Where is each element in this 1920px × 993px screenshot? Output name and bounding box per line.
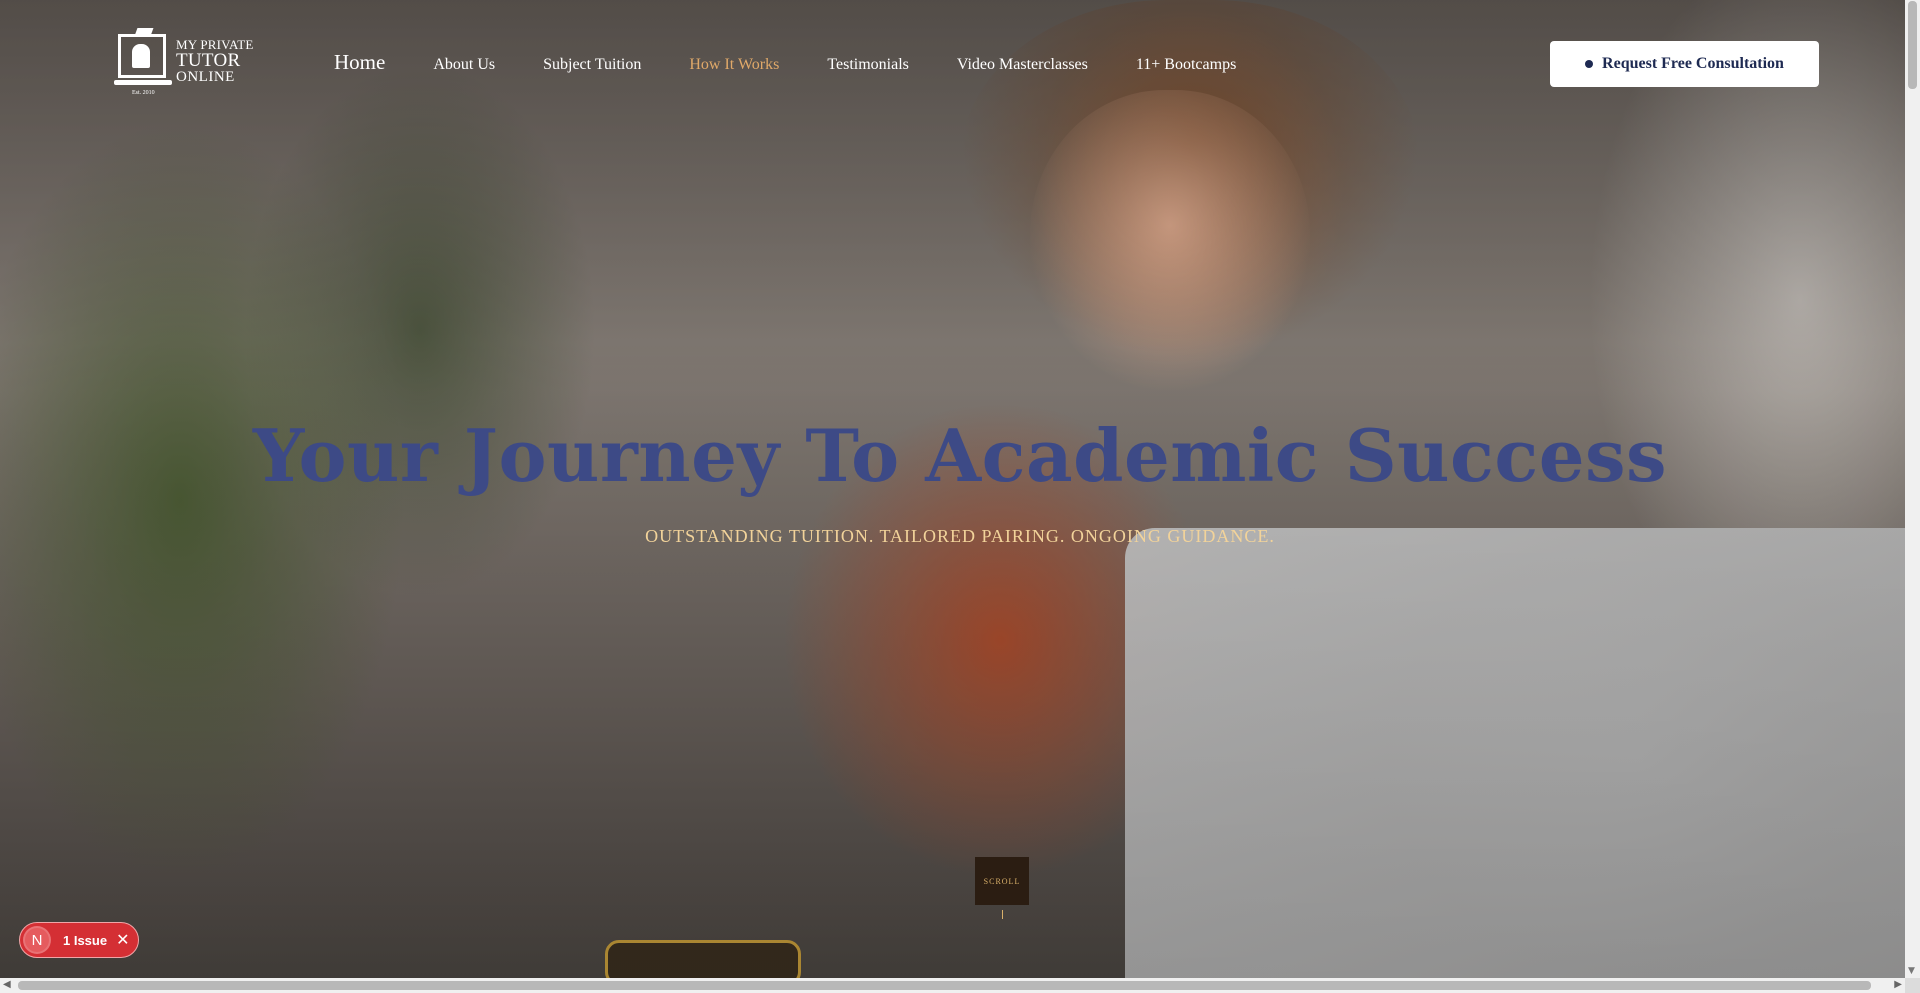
nav-11-plus-bootcamps[interactable]: 11+ Bootcamps: [1136, 56, 1236, 74]
nav-subject-tuition[interactable]: Subject Tuition: [543, 56, 641, 74]
scroll-down-arrow-icon[interactable]: ▼: [1908, 966, 1915, 976]
request-consultation-button[interactable]: Request Free Consultation: [1550, 41, 1819, 87]
scroll-left-arrow-icon[interactable]: ◀: [3, 979, 11, 990]
issue-badge[interactable]: N 1 Issue ✕: [19, 922, 139, 958]
horizontal-scrollbar[interactable]: ◀ ▶: [0, 978, 1905, 993]
close-icon[interactable]: ✕: [116, 930, 129, 950]
bullet-icon: [1585, 60, 1594, 68]
hero-title: Your Journey To Academic Success: [252, 413, 1668, 498]
scroll-label: SCROLL: [983, 876, 1021, 886]
site-header: Est. 2010 MY PRIVATE TUTOR ONLINE Home A…: [0, 0, 1905, 128]
scrollbar-corner: [1905, 978, 1920, 993]
page: Est. 2010 MY PRIVATE TUTOR ONLINE Home A…: [0, 0, 1920, 993]
logo-wordmark: MY PRIVATE TUTOR ONLINE: [176, 38, 254, 85]
nav-about-us[interactable]: About Us: [433, 56, 495, 74]
scroll-line: [1002, 910, 1003, 919]
nav-how-it-works[interactable]: How It Works: [689, 56, 779, 74]
vertical-scrollbar-thumb[interactable]: [1908, 1, 1917, 89]
logo-line-2: TUTOR: [176, 50, 241, 71]
scroll-indicator[interactable]: SCROLL: [975, 857, 1029, 905]
logo-est: Est. 2010: [132, 90, 155, 96]
request-consultation-label: Request Free Consultation: [1602, 55, 1784, 72]
nav-video-masterclasses[interactable]: Video Masterclasses: [957, 56, 1088, 74]
nav-testimonials[interactable]: Testimonials: [827, 56, 909, 74]
logo-line-3: ONLINE: [176, 69, 235, 85]
issue-count: 1 Issue: [63, 932, 108, 948]
horizontal-scrollbar-thumb[interactable]: [18, 981, 1871, 990]
issue-avatar-icon: N: [23, 926, 51, 954]
vertical-scrollbar[interactable]: ▼: [1905, 0, 1920, 978]
hero-photo-laptop: [1125, 528, 1905, 978]
logo-icon: Est. 2010: [114, 28, 172, 96]
main-nav: Home About Us Subject Tuition How It Wor…: [334, 50, 1284, 75]
hero-subtitle: OUTSTANDING TUITION. TAILORED PAIRING. O…: [645, 526, 1275, 546]
scroll-right-arrow-icon[interactable]: ▶: [1894, 979, 1902, 990]
nav-home[interactable]: Home: [334, 50, 385, 75]
hero-photo-face: [1030, 90, 1310, 390]
site-logo[interactable]: Est. 2010 MY PRIVATE TUTOR ONLINE: [114, 28, 254, 98]
